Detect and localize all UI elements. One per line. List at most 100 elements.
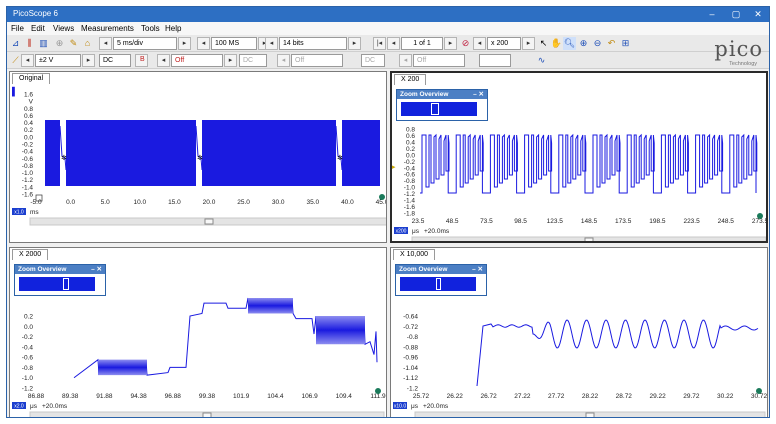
- burst-band: [342, 120, 380, 186]
- pane-zoom-2000: X 2000 0.2 0.0 -0.2 -0.4 -0.6 -0.8 -1.0 -1.2 86.…: [9, 247, 387, 417]
- zoom-decrease-button[interactable]: ◂: [473, 37, 486, 50]
- channels-icon[interactable]: ⊕: [53, 37, 66, 50]
- gap-marker: ✲: [61, 154, 67, 162]
- x-tick-label: 28.72: [616, 393, 633, 400]
- range-b-decrease-button[interactable]: ◂: [157, 54, 170, 67]
- samples-select[interactable]: 100 MS: [211, 37, 257, 50]
- y-tick-label: 0.8: [24, 106, 33, 113]
- zoom-window-marker[interactable]: [436, 278, 441, 290]
- menu-views[interactable]: Views: [53, 24, 74, 33]
- gap-marker: ✲: [337, 154, 343, 162]
- gap-trace: [335, 125, 343, 171]
- capture-toolbar: ⊿ ⫼ ▥ ⊕ ✎ ⌂ ◂ 5 ms/div ▸ ◂ 100 MS ▸ ◂ 14…: [7, 35, 769, 52]
- page-next-button[interactable]: ▸: [444, 37, 457, 50]
- close-button[interactable]: ✕: [747, 7, 769, 22]
- x-tick-label: 28.22: [582, 393, 599, 400]
- probe-icon[interactable]: ✎: [67, 37, 80, 50]
- channel-c-coupling-select: DC: [361, 54, 385, 67]
- x-tick-label: 25.72: [413, 393, 430, 400]
- pointer-icon[interactable]: ↖: [537, 37, 550, 50]
- x-offset-label: +20.0ms: [42, 403, 68, 410]
- x-tick-label: 109.4: [336, 393, 353, 400]
- resolution-increase-button[interactable]: ▸: [348, 37, 361, 50]
- tab-zoom-10000[interactable]: X 10,000: [393, 249, 436, 260]
- gap-marker: ✲: [197, 154, 203, 162]
- range-c-decrease-button: ◂: [277, 54, 290, 67]
- persistence-mode-icon[interactable]: ⫼: [23, 37, 36, 50]
- tab-zoom-200[interactable]: X 200: [394, 74, 427, 85]
- tab-original[interactable]: Original: [12, 73, 51, 84]
- trigger-marker: [757, 213, 763, 219]
- maximize-button[interactable]: ▢: [725, 7, 747, 22]
- y-tick-label: -1.4: [22, 184, 34, 191]
- hand-icon[interactable]: ✋: [550, 37, 563, 50]
- zoom-overview-close-icon[interactable]: – ✕: [472, 265, 483, 274]
- page-prev-button[interactable]: ◂: [387, 37, 400, 50]
- zoom-increase-button[interactable]: ▸: [522, 37, 535, 50]
- zoom-window-marker[interactable]: [63, 278, 69, 290]
- x-tick-label: 25.0: [237, 199, 250, 206]
- x-tick-label: 27.72: [548, 393, 565, 400]
- burst-band: [66, 120, 196, 186]
- menu-edit[interactable]: Edit: [31, 24, 45, 33]
- channel-b-label: B: [140, 56, 145, 63]
- spectrum-mode-icon[interactable]: ▥: [37, 37, 50, 50]
- x-tick-label: 20.0: [203, 199, 216, 206]
- trigger-marker: [375, 388, 381, 394]
- x-tick-label: 223.5: [683, 218, 700, 225]
- x-tick-label: 98.5: [514, 218, 527, 225]
- x-tick-label: 30.72: [751, 393, 768, 400]
- timebase-select[interactable]: 5 ms/div: [113, 37, 177, 50]
- math-channel-icon[interactable]: ∿: [535, 54, 548, 67]
- menu-tools[interactable]: Tools: [141, 24, 160, 33]
- range-a-increase-button[interactable]: ▸: [82, 54, 95, 67]
- zoom-overview-panel[interactable]: Zoom Overview – ✕: [14, 264, 106, 296]
- channel-a-marker: ▌: [12, 86, 18, 97]
- tab-zoom-2000[interactable]: X 2000: [12, 249, 49, 260]
- menu-measurements[interactable]: Measurements: [81, 24, 134, 33]
- zoom-overview-thumbnail: [19, 277, 95, 291]
- samples-decrease-button[interactable]: ◂: [197, 37, 210, 50]
- channel-b-state-select[interactable]: Off: [171, 54, 223, 67]
- channel-a-coupling-select[interactable]: DC: [99, 54, 131, 67]
- zoom-overview-title: Zoom Overview: [399, 266, 448, 273]
- minimize-button[interactable]: –: [701, 7, 723, 22]
- zoom-region-icon[interactable]: 🔍︎: [563, 37, 576, 50]
- zoom-select[interactable]: x 200: [487, 37, 521, 50]
- menu-file[interactable]: File: [11, 24, 24, 33]
- zoom-overview-panel[interactable]: Zoom Overview – ✕: [396, 89, 488, 121]
- page-first-button[interactable]: |◂: [373, 37, 386, 50]
- resolution-select[interactable]: 14 bits: [279, 37, 347, 50]
- zoom-overview-panel[interactable]: Zoom Overview – ✕: [395, 264, 487, 296]
- x-tick-label: 29.72: [683, 393, 700, 400]
- range-a-decrease-button[interactable]: ◂: [21, 54, 34, 67]
- pane-zoom-10000: X 10,000 -0.64 -0.72 -0.8 -0.88 -0.96 -1.04 -1…: [390, 247, 768, 417]
- undo-zoom-icon[interactable]: ↶: [605, 37, 618, 50]
- timebase-increase-button[interactable]: ▸: [178, 37, 191, 50]
- menu-help[interactable]: Help: [165, 24, 181, 33]
- x-tick-label: 5.0: [101, 199, 110, 206]
- x-tick-label: 89.38: [62, 393, 79, 400]
- waveform-trace: [73, 297, 378, 379]
- unit-box-label: x2.0: [14, 404, 24, 410]
- x-tick-label: 48.5: [446, 218, 459, 225]
- y-tick-label: -0.8: [407, 334, 419, 341]
- timebase-decrease-button[interactable]: ◂: [99, 37, 112, 50]
- x-tick-label: 111.9: [370, 393, 386, 400]
- zoom-window-marker[interactable]: [431, 103, 439, 115]
- scope-mode-icon[interactable]: ⊿: [9, 37, 22, 50]
- stop-icon[interactable]: ⊘: [459, 37, 472, 50]
- channel-a-range-select[interactable]: ±2 V: [35, 54, 81, 67]
- pane-zoom-200: X 200 0.8 0.6 0.4 0.2 0.0 -0.2 -0.4 -0.6 -0.8 -1.…: [390, 71, 768, 243]
- home-icon[interactable]: ⌂: [81, 37, 94, 50]
- zoom-fit-icon[interactable]: ⊞: [619, 37, 632, 50]
- picoscope-window: PicoScope 6 – ▢ ✕ File Edit Views Measur…: [6, 6, 770, 418]
- zoom-overview-close-icon[interactable]: – ✕: [91, 265, 102, 274]
- x-tick-label: 123.5: [547, 218, 564, 225]
- range-b-increase-button[interactable]: ▸: [224, 54, 237, 67]
- zoom-out-icon[interactable]: ⊖: [591, 37, 604, 50]
- zoom-in-icon[interactable]: ⊕: [577, 37, 590, 50]
- zoom-overview-close-icon[interactable]: – ✕: [473, 90, 484, 99]
- resolution-decrease-button[interactable]: ◂: [265, 37, 278, 50]
- burst-band: [45, 120, 60, 186]
